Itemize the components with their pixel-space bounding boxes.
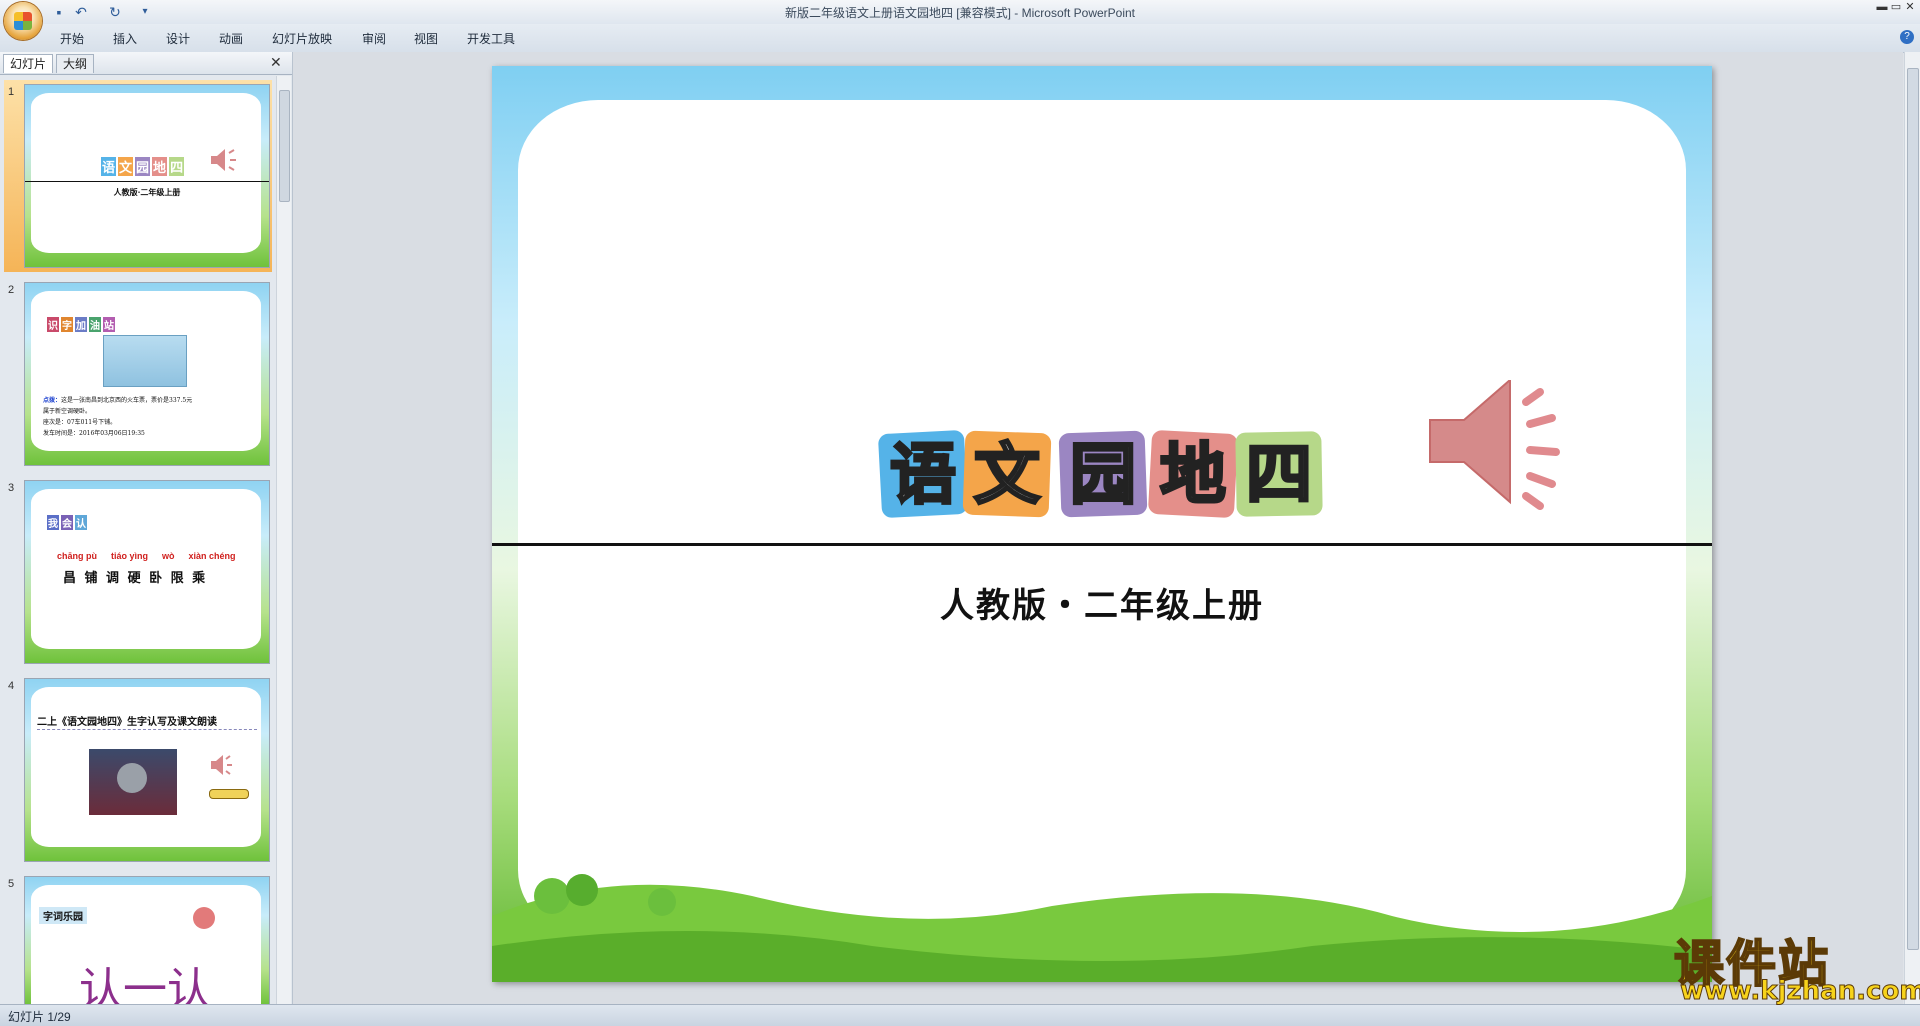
thumb-big-text: 认一认 (79, 964, 211, 1006)
slide-thumbnail-2[interactable]: 识 字 加 油 站 点拨：这是一张南昌到北京西的火车票，票价是337.5元 属于… (24, 282, 270, 466)
close-button[interactable]: ✕ (1900, 0, 1920, 16)
tab-developer[interactable]: 开发工具 (467, 30, 515, 47)
title-char-2: 文 (973, 434, 1042, 515)
thumb-label: 字词乐园 (39, 907, 87, 924)
office-button[interactable] (4, 2, 42, 40)
speaker-icon (211, 755, 232, 775)
scrollbar-thumb[interactable] (1907, 68, 1919, 950)
pane-close-icon[interactable]: ✕ (270, 54, 282, 71)
slide-number: 1 (8, 86, 15, 98)
tomato-icon (193, 907, 215, 929)
thumbnail-scrollbar[interactable] (276, 76, 291, 1004)
slide-thumbnail-4[interactable]: 二上《语文园地四》生字认写及课文朗读 (24, 678, 270, 862)
office-logo-icon (14, 12, 32, 30)
bushes (534, 874, 676, 916)
thumb-title: 二上《语文园地四》生字认写及课文朗读 (37, 717, 217, 728)
tab-design[interactable]: 设计 (166, 30, 190, 47)
slide-thumbnail-3[interactable]: 我 会 认 chāng pù tiáo yìng wò xiàn chéng 昌… (24, 480, 270, 664)
video-thumbnail-image (89, 749, 177, 815)
tab-slideshow[interactable]: 幻灯片放映 (272, 30, 332, 47)
slide-canvas[interactable] (492, 66, 1712, 982)
slide-thumbnail-1[interactable]: 语 文 园 地 四 人教版·二年级上册 (24, 84, 270, 268)
thumb-chars: 昌 铺 调 硬 卧 限 乘 (63, 571, 208, 586)
tab-slides[interactable]: 幻灯片 (3, 54, 54, 73)
status-bar (0, 1004, 1920, 1026)
slide-number: 5 (8, 878, 15, 890)
thumb-heading: 我 会 认 (47, 515, 87, 530)
speaker-icon[interactable] (1426, 380, 1566, 510)
tab-animations[interactable]: 动画 (219, 30, 243, 47)
tab-insert[interactable]: 插入 (113, 30, 137, 47)
thumb-dashed-line (37, 729, 257, 730)
thumb-heading: 识 字 加 油 站 (47, 317, 115, 332)
play-control-icon[interactable] (209, 789, 249, 799)
thumb-pinyin: chāng pù tiáo yìng wò xiàn chéng (57, 551, 236, 561)
slide-number: 2 (8, 284, 15, 296)
thumb-body: 点拨：这是一张南昌到北京西的火车票，票价是337.5元 属于新空调硬卧。 座次是… (43, 397, 193, 437)
help-icon[interactable]: ? (1900, 30, 1914, 44)
train-ticket-image (103, 335, 187, 387)
tab-view[interactable]: 视图 (414, 30, 438, 47)
thumb-divider (25, 181, 269, 182)
slide-thumbnail-5[interactable]: 字词乐园 认一认 (24, 876, 270, 1006)
title-char-1: 语 (889, 434, 958, 515)
speaker-icon (211, 149, 236, 171)
tab-home[interactable]: 开始 (60, 30, 84, 47)
slide-number: 3 (8, 482, 15, 494)
tab-review[interactable]: 审阅 (362, 30, 386, 47)
slide-count-status: 幻灯片 1/29 (8, 1010, 71, 1024)
thumb-title-tiles: 语 文 园 地 四 (101, 157, 185, 176)
slide-divider-line (492, 543, 1712, 546)
title-char-4: 地 (1159, 434, 1228, 515)
tab-outline[interactable]: 大纲 (56, 54, 95, 73)
vertical-scrollbar[interactable] (1904, 52, 1920, 1004)
slide-subtitle[interactable]: 人教版・二年级上册 (492, 578, 1712, 627)
watermark-url: www.kjzhan.com (1679, 976, 1920, 1007)
title-char-5: 四 (1245, 434, 1314, 515)
thumb-subtitle: 人教版·二年级上册 (113, 187, 181, 197)
slide-number: 4 (8, 680, 15, 692)
scrollbar-thumb[interactable] (279, 90, 290, 202)
window-title: 新版二年级语文上册语文园地四 [兼容模式] - Microsoft PowerP… (784, 6, 1136, 20)
title-char-3: 园 (1069, 434, 1138, 515)
